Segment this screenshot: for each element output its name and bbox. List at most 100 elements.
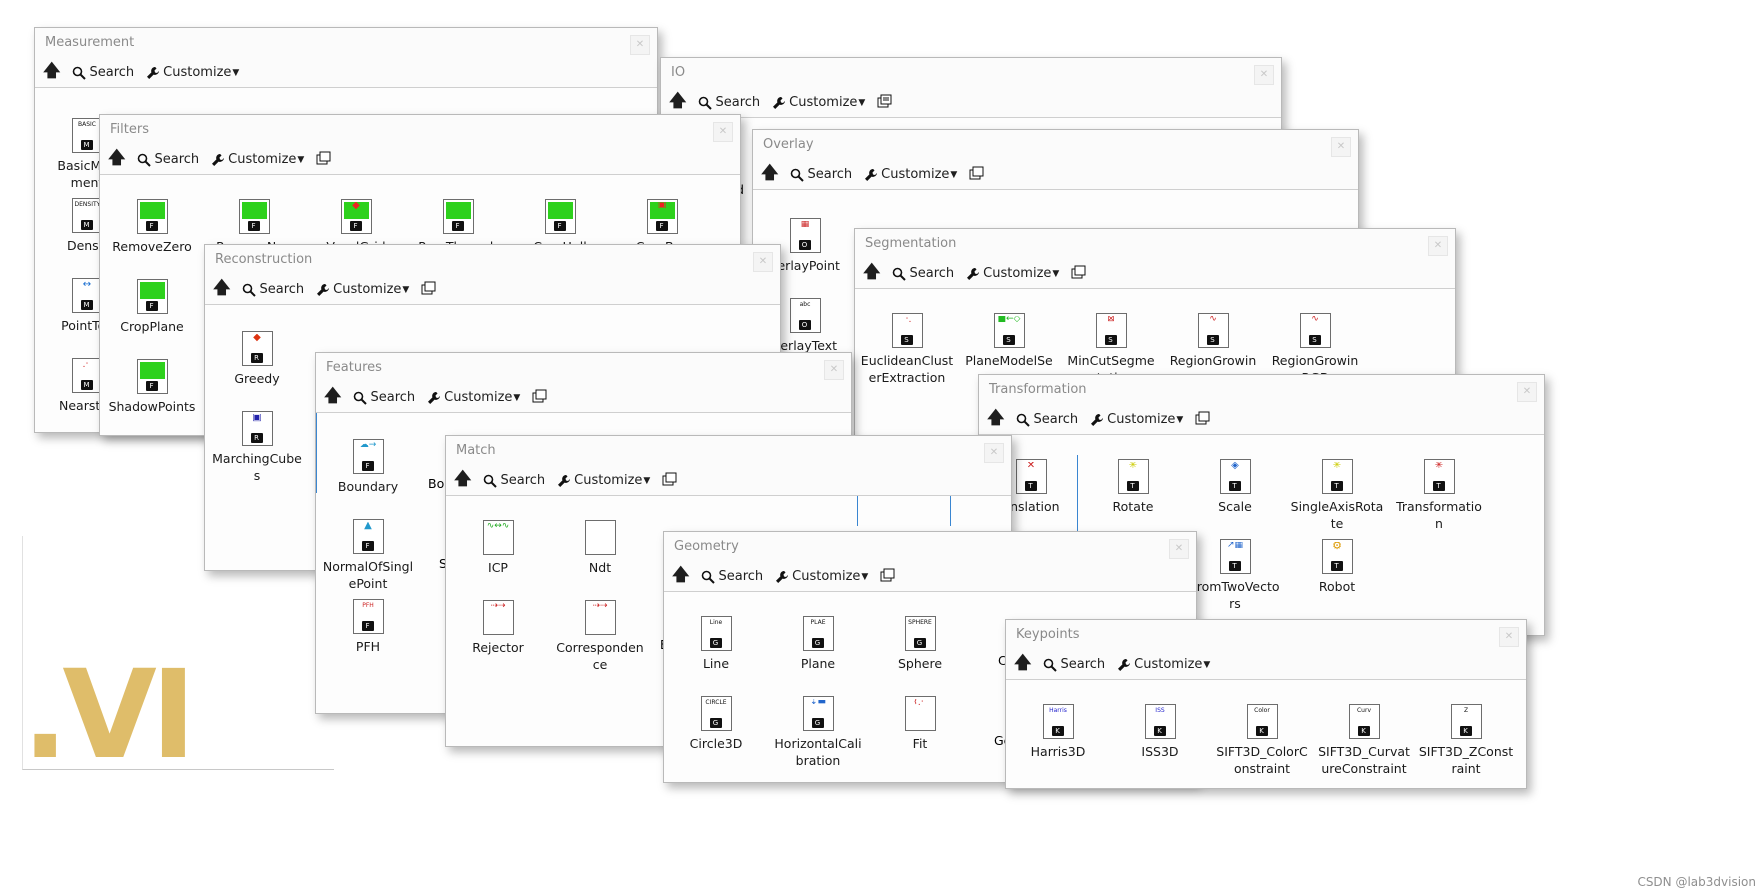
up-arrow-icon[interactable]: 🡅: [454, 466, 471, 495]
palette-options-icon[interactable]: [532, 389, 548, 407]
search-button[interactable]: Search: [72, 65, 134, 80]
customize-button[interactable]: Customize ▼: [211, 152, 304, 167]
vi-scale[interactable]: ◈ T Scale: [1183, 459, 1287, 515]
customize-button[interactable]: Customize ▼: [316, 282, 409, 297]
vi-sift3d-colorconstraint[interactable]: Color K SIFT3D_ColorC onstraint: [1210, 704, 1314, 777]
customize-button[interactable]: Customize ▼: [966, 266, 1059, 281]
crop-hull-icon: F: [544, 199, 576, 234]
palette-options-icon[interactable]: [1195, 411, 1211, 429]
up-arrow-icon[interactable]: 🡅: [43, 58, 60, 87]
close-button[interactable]: ✕: [1254, 65, 1274, 85]
palette-options-icon[interactable]: [421, 281, 437, 299]
vi-shadowpoints[interactable]: F ShadowPoints: [100, 359, 204, 415]
palette-options-icon[interactable]: [880, 568, 896, 586]
up-arrow-icon[interactable]: 🡅: [761, 160, 778, 189]
close-button[interactable]: ✕: [1331, 137, 1351, 157]
search-button[interactable]: Search: [242, 282, 304, 297]
close-button[interactable]: ✕: [630, 35, 650, 55]
vi-robot[interactable]: ⚙ T Robot: [1285, 539, 1389, 595]
search-button[interactable]: Search: [353, 390, 415, 405]
up-arrow-icon[interactable]: 🡅: [863, 259, 880, 288]
customize-button[interactable]: Customize ▼: [557, 473, 650, 488]
vi-correspondence[interactable]: ⇢⇢ Corresponden ce: [548, 600, 652, 673]
vi-iss3d[interactable]: ISS K ISS3D: [1108, 704, 1212, 760]
search-button[interactable]: Search: [701, 569, 763, 584]
up-arrow-icon[interactable]: 🡅: [669, 88, 686, 117]
vi-horizontalcalibration[interactable]: ⇣▬ G HorizontalCali bration: [766, 696, 870, 769]
customize-button[interactable]: Customize ▼: [864, 167, 957, 182]
close-button[interactable]: ✕: [1428, 236, 1448, 256]
vi-plane[interactable]: PLAE G Plane: [766, 616, 870, 672]
vi-circle3d[interactable]: CIRCLE G Circle3D: [664, 696, 768, 752]
customize-button[interactable]: Customize ▼: [1090, 412, 1183, 427]
vi-fit[interactable]: ⌇⋰ Fit: [868, 696, 972, 752]
customize-button[interactable]: Customize ▼: [427, 390, 520, 405]
selection-line: [857, 496, 858, 526]
vi-singleaxisrotate[interactable]: ✳ T SingleAxisRota te: [1285, 459, 1389, 532]
crop-box-icon: ▣ F: [646, 199, 678, 234]
vi-sphere[interactable]: SPHERE G Sphere: [868, 616, 972, 672]
vi-greedy[interactable]: ◆ R Greedy: [205, 331, 309, 387]
palette-options-icon[interactable]: [1071, 265, 1087, 283]
up-arrow-icon[interactable]: 🡅: [324, 383, 341, 412]
palette-options-icon[interactable]: [877, 94, 893, 112]
palette-options-icon[interactable]: [662, 472, 678, 490]
up-arrow-icon[interactable]: 🡅: [108, 145, 125, 174]
customize-button[interactable]: Customize ▼: [772, 95, 865, 110]
close-button[interactable]: ✕: [1169, 539, 1189, 559]
vi-removezero[interactable]: F RemoveZero: [100, 199, 204, 255]
vi-euclideanclusterextraction[interactable]: ⋱ S EuclideanClust erExtraction: [855, 313, 959, 386]
search-button[interactable]: Search: [1043, 657, 1105, 672]
vi-harris3d[interactable]: Harris K Harris3D: [1006, 704, 1110, 760]
palette-title: Measurement ✕: [35, 28, 657, 58]
up-arrow-icon[interactable]: 🡅: [987, 405, 1004, 434]
close-button[interactable]: ✕: [1517, 382, 1537, 402]
vi-normalofsinglepoint[interactable]: ▲ F NormalOfSingl ePoint: [316, 519, 420, 592]
vi-sift3d-curvatureconstraint[interactable]: Curv K SIFT3D_Curvat ureConstraint: [1312, 704, 1416, 777]
close-button[interactable]: ✕: [753, 252, 773, 272]
palette-options-icon[interactable]: [316, 151, 332, 169]
customize-button[interactable]: Customize ▼: [775, 569, 868, 584]
sift3d-curvature-icon: Curv K: [1348, 704, 1380, 739]
up-arrow-icon[interactable]: 🡅: [1014, 650, 1031, 679]
badge: M: [80, 300, 93, 310]
palette-title: Transformation ✕: [979, 375, 1544, 405]
search-button[interactable]: Search: [483, 473, 545, 488]
badge: T: [1432, 481, 1445, 491]
search-button[interactable]: Search: [790, 167, 852, 182]
vi-boundary[interactable]: ☁→ F Boundary: [316, 439, 420, 495]
close-button[interactable]: ✕: [713, 122, 733, 142]
vi-regiongrowing[interactable]: ∿ S RegionGrowin: [1161, 313, 1265, 369]
palette-toolbar: 🡅 Search Customize ▼: [205, 275, 780, 305]
vi-sift3d-zconstraint[interactable]: Z K SIFT3D_ZConst raint: [1414, 704, 1518, 777]
up-arrow-icon[interactable]: 🡅: [672, 562, 689, 591]
vi-line[interactable]: Line G Line: [664, 616, 768, 672]
vi-rejector[interactable]: ⇢⇢ Rejector: [446, 600, 550, 656]
close-button[interactable]: ✕: [1499, 627, 1519, 647]
palette-options-icon[interactable]: [969, 166, 985, 184]
search-button[interactable]: Search: [892, 266, 954, 281]
badge: R: [250, 353, 263, 363]
search-button[interactable]: Search: [698, 95, 760, 110]
search-button[interactable]: Search: [1016, 412, 1078, 427]
vi-ndt[interactable]: ⌒ Ndt: [548, 520, 652, 576]
vi-transformation[interactable]: ✳ T Transformatio n: [1387, 459, 1491, 532]
overlay-text-icon: abc O: [789, 298, 821, 333]
close-button[interactable]: ✕: [824, 360, 844, 380]
sphere-icon: SPHERE G: [904, 616, 936, 651]
vi-pfh[interactable]: PFH F PFH: [316, 599, 420, 655]
up-arrow-icon[interactable]: 🡅: [213, 275, 230, 304]
badge: F: [361, 541, 374, 551]
vi-fromtwovectors[interactable]: ↗▦ T FromTwoVecto rs: [1183, 539, 1287, 612]
palette-title: Reconstruction ✕: [205, 245, 780, 275]
vi-rotate[interactable]: ✳ T Rotate: [1081, 459, 1185, 515]
wrench-icon: [967, 267, 980, 280]
customize-button[interactable]: Customize ▼: [1117, 657, 1210, 672]
vi-marchingcubes[interactable]: ▣ R MarchingCube s: [205, 411, 309, 484]
close-button[interactable]: ✕: [984, 443, 1004, 463]
vi-cropplane[interactable]: F CropPlane: [100, 279, 204, 335]
customize-label: Customize: [574, 473, 643, 488]
customize-button[interactable]: Customize ▼: [146, 65, 239, 80]
search-button[interactable]: Search: [137, 152, 199, 167]
vi-icp[interactable]: ∿↔∿ ICP: [446, 520, 550, 576]
